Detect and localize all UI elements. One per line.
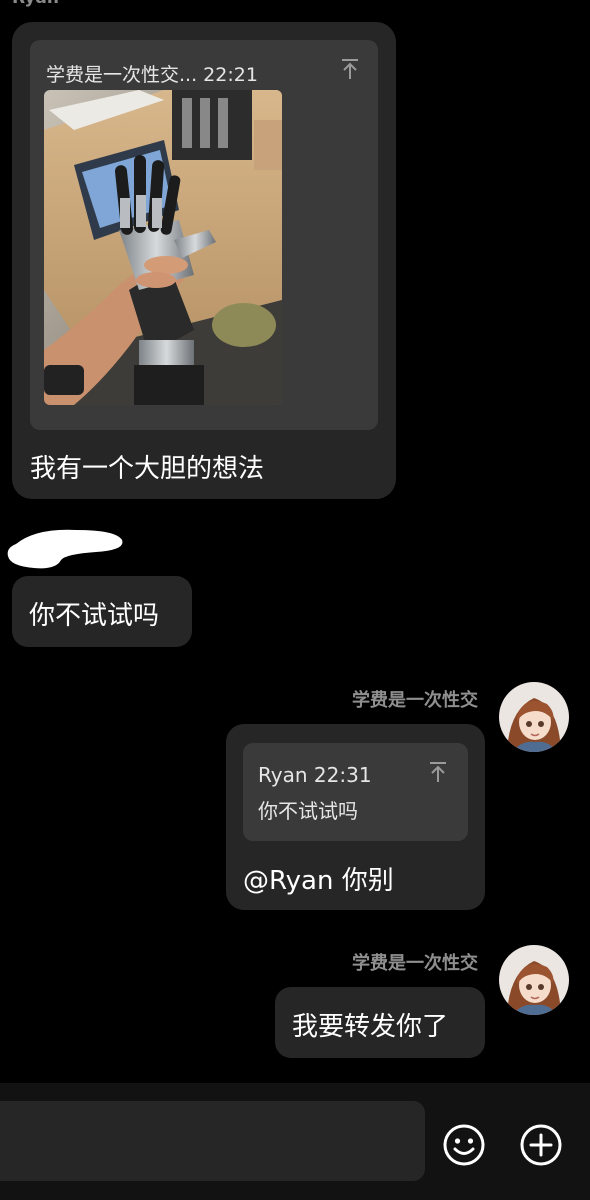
sender-name: 学费是一次性交 bbox=[352, 953, 478, 974]
smiley-face-icon bbox=[443, 1124, 485, 1166]
sender-name: 学费是一次性交 bbox=[352, 690, 478, 711]
message-input[interactable] bbox=[0, 1101, 425, 1181]
jump-to-quote-icon[interactable] bbox=[340, 58, 360, 80]
more-actions-button[interactable] bbox=[519, 1123, 563, 1167]
message-text: 你不试试吗 bbox=[29, 601, 160, 631]
anime-girl-avatar-icon bbox=[499, 945, 569, 1015]
quoted-message-body: 你不试试吗 bbox=[258, 799, 358, 823]
anime-girl-avatar-icon bbox=[499, 682, 569, 752]
user-avatar[interactable] bbox=[499, 945, 569, 1015]
quoted-message-card[interactable]: Ryan 22:31 你不试试吗 bbox=[243, 743, 468, 841]
message-bubble-outgoing[interactable]: 我要转发你了 bbox=[275, 987, 485, 1058]
quoted-message-card[interactable]: 学费是一次性交... 22:21 bbox=[30, 40, 378, 430]
redacted-sender-name bbox=[7, 529, 123, 569]
message-text: 我有一个大胆的想法 bbox=[30, 454, 265, 484]
plus-circle-icon bbox=[520, 1124, 562, 1166]
user-avatar[interactable] bbox=[499, 682, 569, 752]
message-bubble-incoming[interactable]: 你不试试吗 bbox=[12, 576, 192, 647]
quoted-photo[interactable] bbox=[44, 90, 282, 405]
quoted-message-header: Ryan 22:31 bbox=[258, 763, 372, 787]
message-text: 我要转发你了 bbox=[292, 1012, 449, 1042]
robotic-hand-photo-image bbox=[44, 90, 282, 405]
message-bubble-incoming[interactable]: 学费是一次性交... 22:21 我有一个大胆的想法 bbox=[12, 22, 396, 499]
message-text: @Ryan 你别 bbox=[243, 866, 394, 896]
message-input-bar bbox=[0, 1083, 590, 1200]
quoted-message-header: 学费是一次性交... 22:21 bbox=[46, 64, 258, 86]
emoji-button[interactable] bbox=[442, 1123, 486, 1167]
sender-name-top: Ryan bbox=[12, 0, 59, 8]
jump-to-quote-icon[interactable] bbox=[428, 761, 448, 783]
message-bubble-outgoing[interactable]: Ryan 22:31 你不试试吗 @Ryan 你别 bbox=[226, 724, 485, 910]
